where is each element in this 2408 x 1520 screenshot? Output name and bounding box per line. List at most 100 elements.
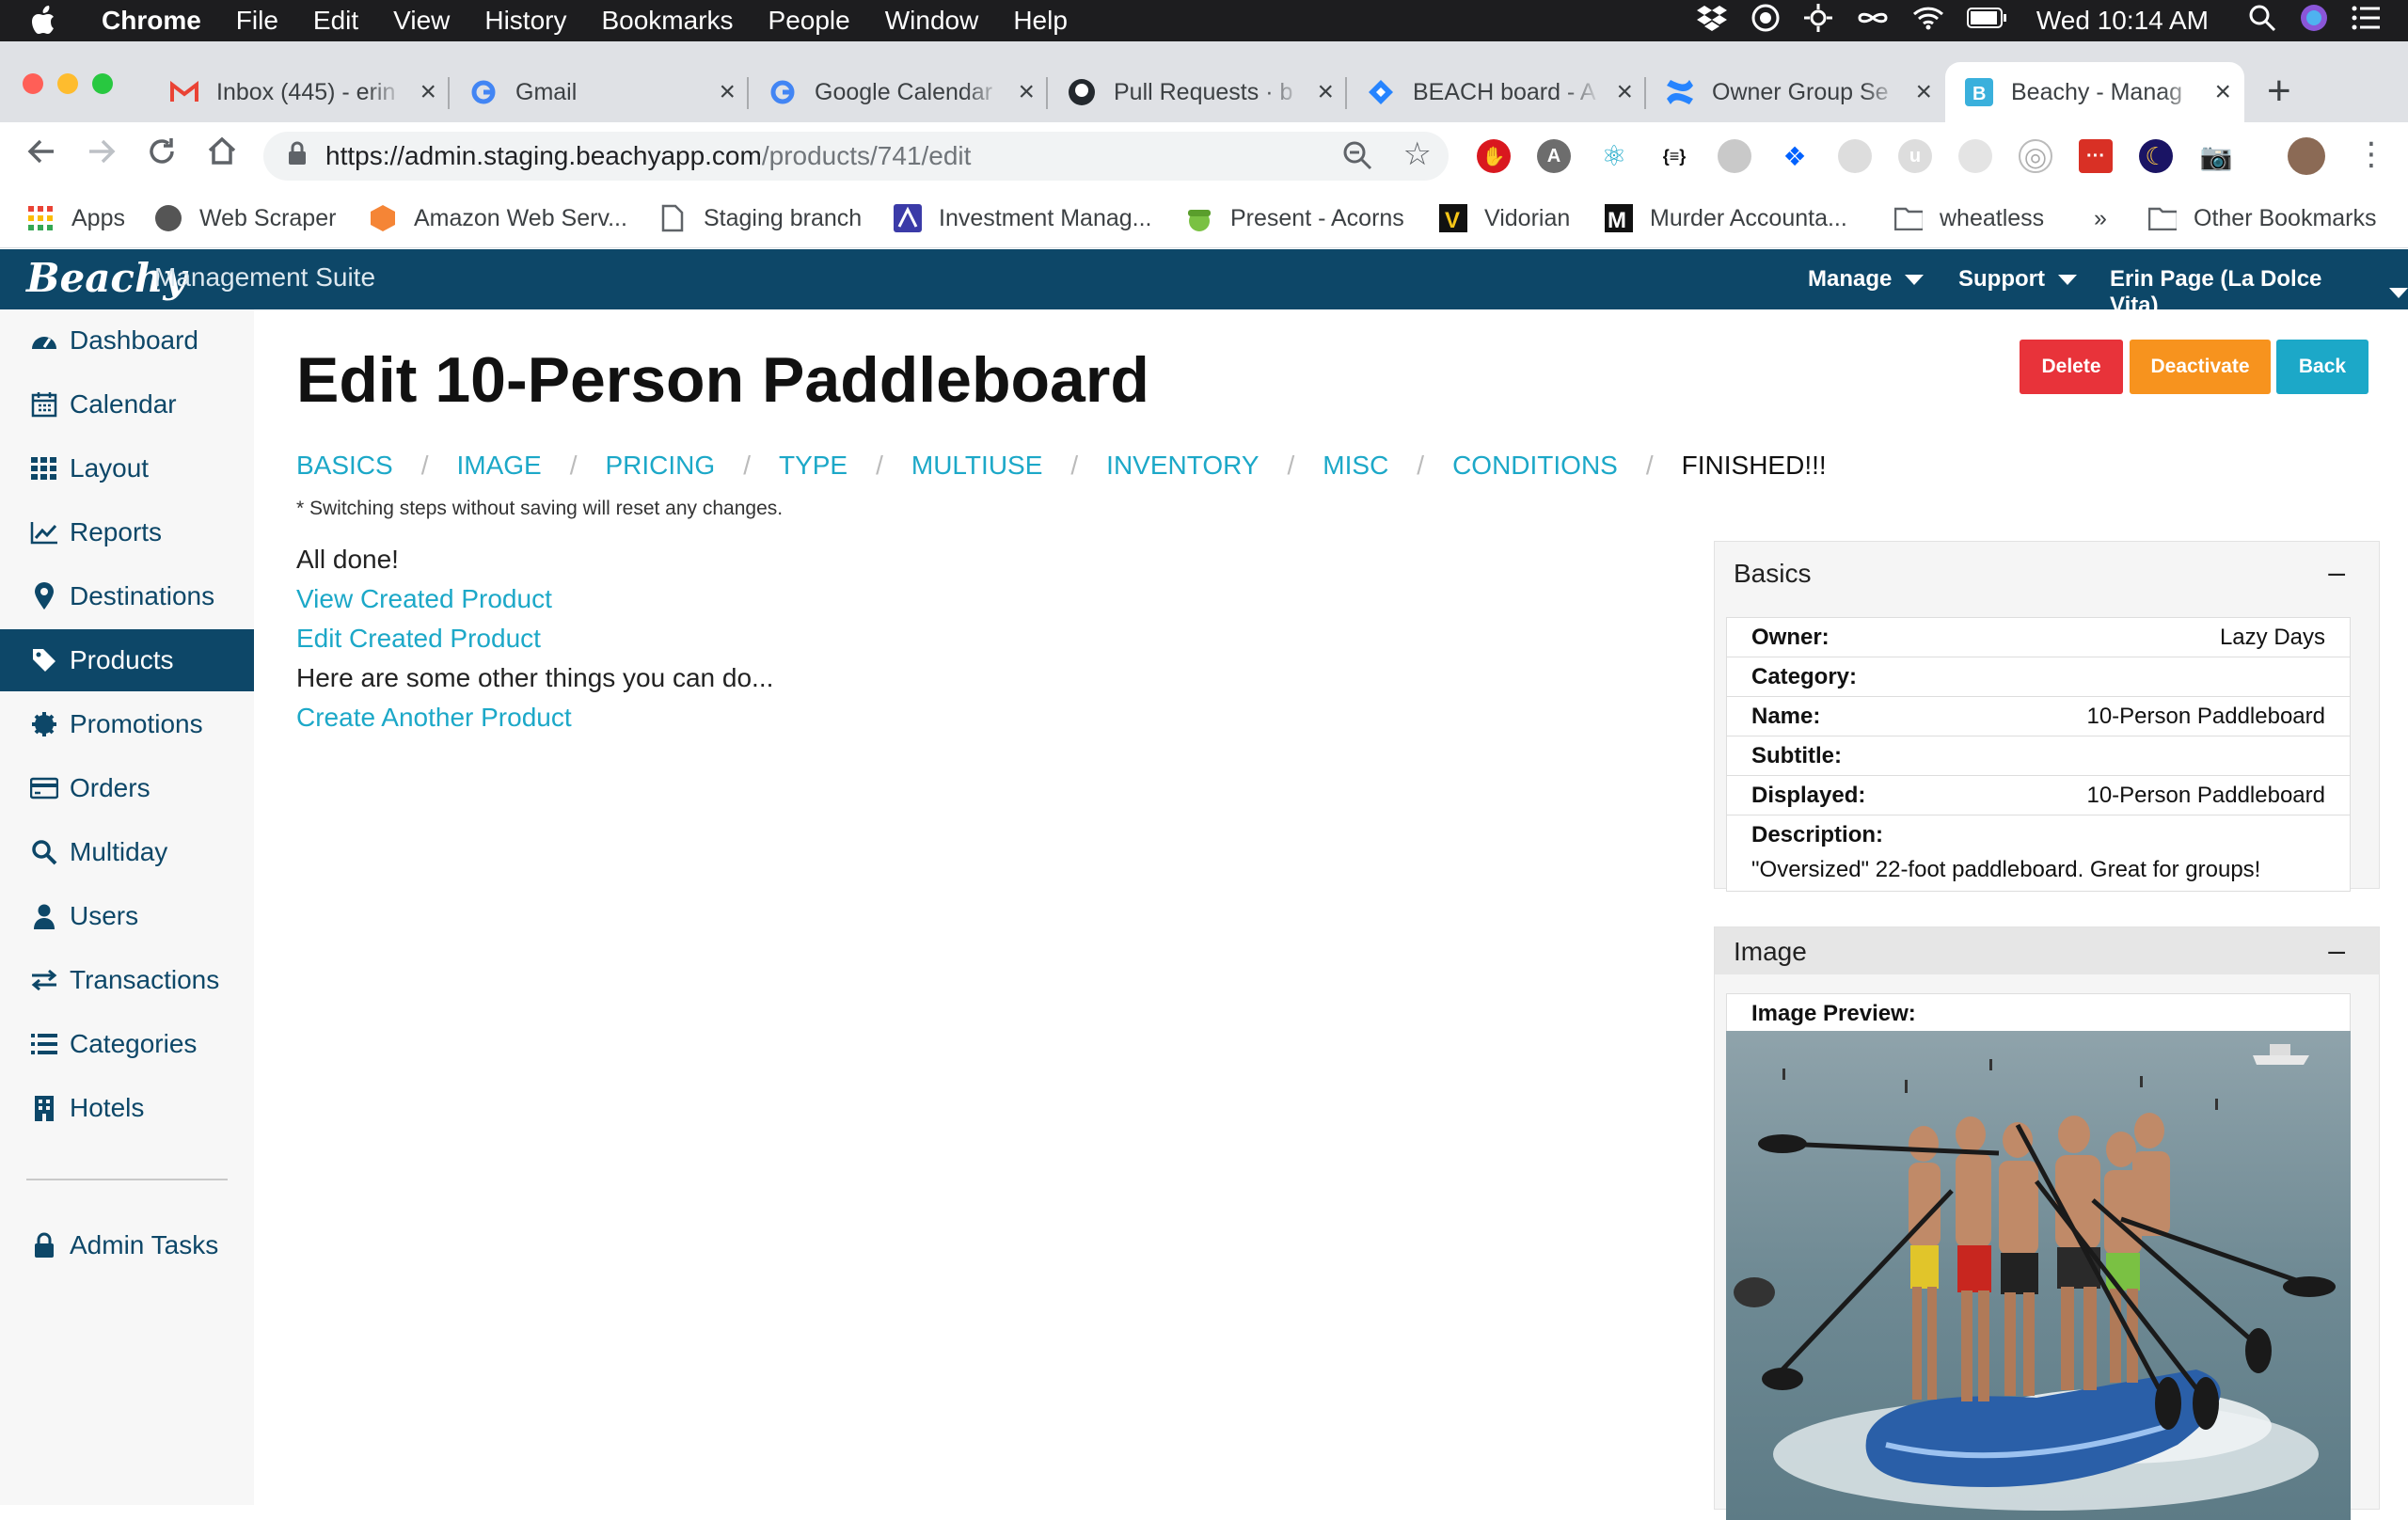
sidebar-item-admin-tasks[interactable]: Admin Tasks [0, 1214, 254, 1276]
step-pricing[interactable]: PRICING [606, 451, 716, 481]
sidebar-item-promotions[interactable]: Promotions [0, 693, 254, 755]
close-tab-icon[interactable]: × [420, 76, 436, 108]
move-icon[interactable] [1803, 3, 1833, 40]
new-tab-button[interactable]: + [2267, 68, 2291, 115]
support-menu[interactable]: Support [1958, 266, 2077, 293]
menu-chrome[interactable]: Chrome [102, 6, 201, 36]
menubar-clock[interactable]: Wed 10:14 AM [2036, 6, 2209, 36]
lock-icon[interactable] [288, 141, 307, 172]
sidebar-item-transactions[interactable]: Transactions [0, 949, 254, 1011]
menu-bookmarks[interactable]: Bookmarks [601, 6, 733, 36]
zoom-icon[interactable] [1341, 139, 1373, 178]
manage-menu[interactable]: Manage [1808, 266, 1925, 293]
bookmarks-overflow[interactable]: » [2094, 199, 2107, 237]
wifi-icon[interactable] [1912, 5, 1944, 38]
bookmark-apps[interactable]: Apps [26, 199, 125, 237]
bookmark-wheatless[interactable]: wheatless [1894, 199, 2044, 237]
bookmark-aws[interactable]: Amazon Web Serv... [369, 199, 627, 237]
edit-created-product-link[interactable]: Edit Created Product [296, 624, 541, 654]
profile-avatar[interactable] [2288, 137, 2325, 175]
close-tab-icon[interactable]: × [1018, 76, 1035, 108]
sidebar-item-categories[interactable]: Categories [0, 1013, 254, 1075]
screen-extension-icon[interactable] [1838, 139, 1872, 173]
minimize-window-button[interactable] [57, 73, 78, 94]
reload-icon[interactable] [141, 135, 182, 176]
home-icon[interactable] [201, 135, 243, 176]
sidebar-item-multiday[interactable]: Multiday [0, 821, 254, 883]
tab-beach-board[interactable]: BEACH board - A × [1347, 62, 1646, 122]
step-type[interactable]: TYPE [779, 451, 848, 481]
tab-google-calendar[interactable]: Google Calendar × [749, 62, 1048, 122]
tab-inbox[interactable]: Inbox (445) - erin × [150, 62, 450, 122]
menu-people[interactable]: People [768, 6, 850, 36]
notification-center-icon[interactable] [2352, 5, 2382, 38]
step-misc[interactable]: MISC [1323, 451, 1388, 481]
target-extension-icon[interactable]: ◎ [2019, 139, 2052, 173]
bookmark-murder-accountability[interactable]: M Murder Accounta... [1605, 199, 1847, 237]
step-multiuse[interactable]: MULTIUSE [911, 451, 1043, 481]
back-arrow-icon[interactable] [21, 135, 62, 176]
step-inventory[interactable]: INVENTORY [1106, 451, 1259, 481]
adblock-extension-icon[interactable]: ✋ [1477, 139, 1511, 173]
tab-pull-requests[interactable]: Pull Requests · b × [1048, 62, 1347, 122]
moon-extension-icon[interactable]: ☾ [2139, 139, 2173, 173]
tab-beachy-active[interactable]: B Beachy - Manag × [1945, 62, 2244, 122]
sidebar-item-products[interactable]: Products [0, 629, 254, 691]
close-tab-icon[interactable]: × [1616, 76, 1633, 108]
close-tab-icon[interactable]: × [2214, 76, 2231, 108]
react-extension-icon[interactable]: ⚛ [1597, 139, 1631, 173]
dropbox-extension-icon[interactable]: ❖ [1778, 139, 1812, 173]
sidebar-item-dashboard[interactable]: Dashboard [0, 309, 254, 372]
gray-extension-icon[interactable] [1718, 139, 1751, 173]
json-extension-icon[interactable]: {≡} [1657, 139, 1691, 173]
infinity-icon[interactable] [1856, 6, 1890, 36]
extension-u-icon[interactable]: u [1898, 139, 1932, 173]
menu-edit[interactable]: Edit [313, 6, 358, 36]
zoom-window-button[interactable] [92, 73, 113, 94]
sidebar-item-destinations[interactable]: Destinations [0, 565, 254, 627]
extension-gear-icon[interactable] [1958, 139, 1992, 173]
sidebar-item-users[interactable]: Users [0, 885, 254, 947]
siri-icon[interactable] [2299, 3, 2329, 40]
deactivate-button[interactable]: Deactivate [2130, 340, 2271, 394]
step-conditions[interactable]: CONDITIONS [1452, 451, 1618, 481]
battery-icon[interactable] [1966, 6, 2008, 36]
spotlight-search-icon[interactable] [2248, 4, 2276, 39]
image-panel-header[interactable]: Image – [1715, 927, 2379, 974]
camera-extension-icon[interactable]: 📷 [2199, 139, 2233, 173]
step-basics[interactable]: BASICS [296, 451, 393, 481]
create-another-product-link[interactable]: Create Another Product [296, 703, 572, 733]
close-window-button[interactable] [23, 73, 43, 94]
collapse-icon[interactable]: – [2328, 555, 2345, 590]
menu-view[interactable]: View [393, 6, 450, 36]
apple-icon[interactable] [32, 6, 73, 36]
delete-button[interactable]: Delete [2020, 340, 2123, 394]
bookmark-other[interactable]: Other Bookmarks [2148, 199, 2377, 237]
close-tab-icon[interactable]: × [1317, 76, 1334, 108]
menu-file[interactable]: File [236, 6, 278, 36]
bookmark-star-icon[interactable]: ☆ [1403, 135, 1432, 173]
collapse-icon[interactable]: – [2328, 933, 2345, 968]
address-bar[interactable]: https://admin.staging.beachyapp.com/prod… [263, 132, 1449, 181]
close-tab-icon[interactable]: × [1915, 76, 1932, 108]
back-button[interactable]: Back [2276, 340, 2368, 394]
bookmark-investment[interactable]: Investment Manag... [894, 199, 1152, 237]
close-tab-icon[interactable]: × [719, 76, 736, 108]
sidebar-item-hotels[interactable]: Hotels [0, 1077, 254, 1139]
basics-panel-header[interactable]: Basics – [1715, 542, 2379, 598]
view-created-product-link[interactable]: View Created Product [296, 584, 552, 614]
bookmark-acorns[interactable]: Present - Acorns [1185, 199, 1404, 237]
bookmark-vidorian[interactable]: V Vidorian [1439, 199, 1570, 237]
tab-gmail[interactable]: Gmail × [450, 62, 749, 122]
sidebar-item-calendar[interactable]: Calendar [0, 373, 254, 435]
bookmark-web-scraper[interactable]: Web Scraper [154, 199, 336, 237]
sidebar-item-layout[interactable]: Layout [0, 437, 254, 499]
sidebar-item-reports[interactable]: Reports [0, 501, 254, 563]
tab-owner-group[interactable]: Owner Group Se × [1646, 62, 1945, 122]
chrome-menu-icon[interactable]: ⋮ [2355, 135, 2387, 173]
menu-help[interactable]: Help [1013, 6, 1068, 36]
menu-history[interactable]: History [484, 6, 566, 36]
angular-extension-icon[interactable]: A [1537, 139, 1571, 173]
sidebar-item-orders[interactable]: Orders [0, 757, 254, 819]
todoist-extension-icon[interactable]: ··· [2079, 139, 2113, 173]
